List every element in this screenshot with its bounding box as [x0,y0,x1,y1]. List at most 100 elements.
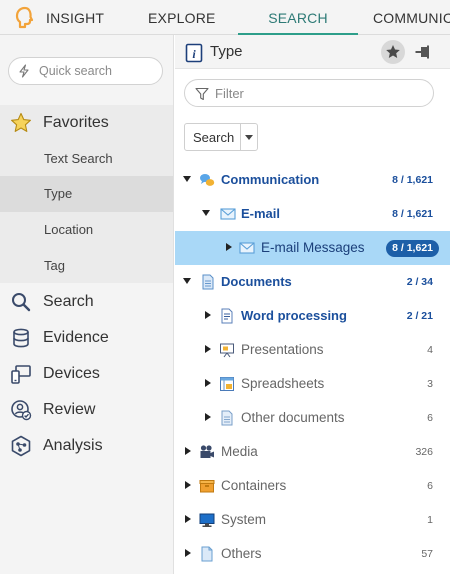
favorites-item-type[interactable]: Type [0,176,173,212]
sidebar-item-search[interactable]: Search [0,284,173,320]
tree-count: 4 [427,344,433,356]
tree-label: Spreadsheets [241,376,325,391]
tree-row-presentations[interactable]: Presentations 4 [175,333,450,367]
tree-label: Others [221,546,262,561]
word-document-icon [221,308,233,324]
expand-arrow-icon[interactable] [185,481,191,489]
tree-row-documents[interactable]: Documents 2 / 34 [175,265,450,299]
collapse-arrow-icon[interactable] [183,176,191,182]
sidebar-item-label: Search [43,293,94,310]
sidebar-item-label: Favorites [43,114,109,131]
tree-count: 8 / 1,621 [392,208,433,220]
quick-search-input[interactable] [39,62,157,80]
analysis-icon [11,435,31,457]
tree-row-spreadsheets[interactable]: Spreadsheets 3 [175,367,450,401]
tree-label: Documents [221,274,292,289]
tree-label: Containers [221,478,287,493]
tree-count: 1 [427,514,433,526]
sidebar-item-favorites[interactable]: Favorites [0,105,173,141]
tree-row-media[interactable]: Media 326 [175,435,450,469]
spreadsheet-icon [220,377,234,391]
search-mode-dropdown[interactable]: Search [184,123,258,151]
favorite-button[interactable] [381,40,405,64]
sidebar-item-label: Evidence [43,329,109,346]
sidebar-item-devices[interactable]: Devices [0,356,173,392]
insight-logo-icon [15,6,34,29]
tree-label: Word processing [241,308,347,323]
favorites-item-tag[interactable]: Tag [0,248,173,284]
tree-label: Presentations [241,342,324,357]
sidebar-item-review[interactable]: Review [0,392,173,428]
favorites-item-location[interactable]: Location [0,212,173,248]
favorites-section: Favorites Text Search Type Location Tag [0,105,173,283]
chat-bubbles-icon [200,174,215,186]
blank-document-icon [201,546,213,562]
chevron-down-icon[interactable] [245,135,253,140]
tree-row-communication[interactable]: Communication 8 / 1,621 [175,163,450,197]
tree-count: 2 / 21 [406,310,433,322]
tree-label: Other documents [241,410,345,425]
dropdown-divider [240,124,241,150]
tree-row-email-messages[interactable]: E-mail Messages 8 / 1,621 [175,231,450,265]
tree-count: 8 / 1,621 [392,174,433,186]
info-icon: i [185,43,203,63]
tree-label: E-mail [241,206,281,221]
search-mode-label: Search [193,130,235,145]
filter-input[interactable] [215,84,415,102]
database-icon [13,328,29,348]
left-sidebar: Favorites Text Search Type Location Tag … [0,35,174,574]
tree-count: 6 [427,480,433,492]
sidebar-item-evidence[interactable]: Evidence [0,320,173,356]
box-icon [199,480,215,493]
tab-explore[interactable]: EXPLORE [148,0,216,35]
tree-row-others[interactable]: Others 57 [175,537,450,571]
document-icon [202,274,214,290]
presentation-icon [220,343,234,358]
envelope-icon [220,208,236,220]
sidebar-item-label: Review [43,401,96,418]
quick-search-box[interactable] [8,57,163,85]
tree-row-other-documents[interactable]: Other documents 6 [175,401,450,435]
expand-arrow-icon[interactable] [205,379,211,387]
review-icon [11,400,32,421]
sidebar-item-analysis[interactable]: Analysis [0,428,173,464]
expand-arrow-icon[interactable] [185,447,191,455]
star-icon [386,45,400,58]
filter-box[interactable] [184,79,434,107]
tree-row-email[interactable]: E-mail 8 / 1,621 [175,197,450,231]
envelope-icon [239,242,255,254]
expand-arrow-icon[interactable] [226,243,232,251]
tree-count: 3 [427,378,433,390]
pin-icon[interactable] [415,44,431,60]
tree-row-containers[interactable]: Containers 6 [175,469,450,503]
tab-communication[interactable]: COMMUNIC [373,0,450,35]
favorites-item-text-search[interactable]: Text Search [0,141,173,177]
expand-arrow-icon[interactable] [205,413,211,421]
tree-label: System [221,512,267,527]
document-icon [221,410,233,426]
expand-arrow-icon[interactable] [205,345,211,353]
film-camera-icon [200,445,214,458]
devices-icon [11,365,31,384]
expand-arrow-icon[interactable] [185,515,191,523]
tab-search[interactable]: SEARCH [238,0,358,35]
tree-row-system[interactable]: System 1 [175,503,450,537]
panel-header: i Type [175,35,450,69]
magnifier-icon [12,293,31,312]
tree-row-word-processing[interactable]: Word processing 2 / 21 [175,299,450,333]
tree-count: 326 [415,446,433,458]
tree-count: 6 [427,412,433,424]
expand-arrow-icon[interactable] [205,311,211,319]
tree-count-badge: 8 / 1,621 [386,240,439,257]
top-tab-bar: INSIGHT EXPLORE SEARCH COMMUNIC [0,0,450,35]
panel-title: Type [210,43,243,60]
tree-label: Media [221,444,258,459]
sidebar-item-label: Devices [43,365,100,382]
collapse-arrow-icon[interactable] [202,210,210,216]
tab-insight[interactable]: INSIGHT [46,0,104,35]
tree-label: Communication [221,172,320,187]
collapse-arrow-icon[interactable] [183,278,191,284]
expand-arrow-icon[interactable] [185,549,191,557]
tree-label: E-mail Messages [261,240,365,255]
filter-icon [195,87,209,101]
